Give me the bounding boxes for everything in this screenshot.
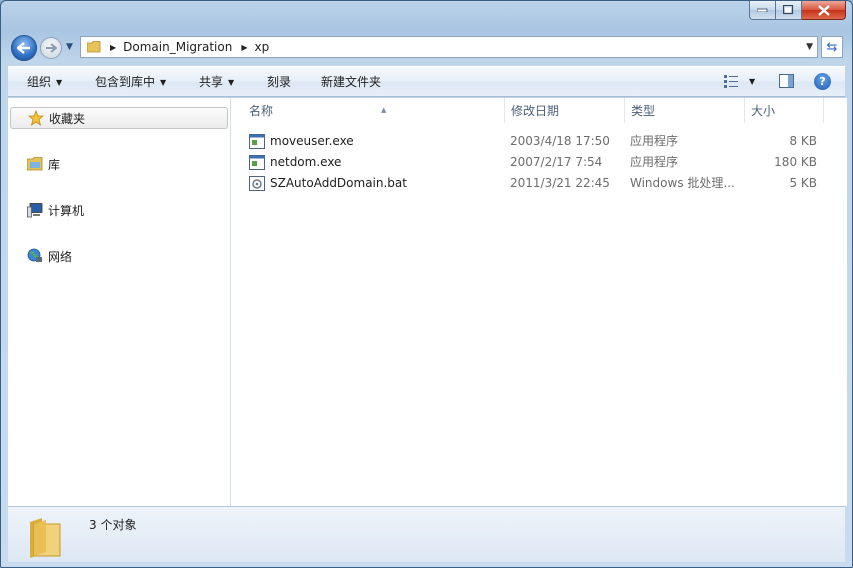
file-size: 180 KB <box>774 155 817 169</box>
file-size: 8 KB <box>789 134 817 148</box>
breadcrumb-domain-migration[interactable]: Domain_Migration <box>123 40 232 54</box>
nav-item-label: 库 <box>48 157 61 172</box>
bat-icon <box>249 176 265 191</box>
include-in-library-label: 包含到库中 <box>95 75 156 89</box>
share-menu[interactable]: 共享 ▼ <box>199 67 234 97</box>
refresh-button[interactable]: ⇆ <box>821 36 843 58</box>
burn-label: 刻录 <box>267 75 292 89</box>
address-dropdown-icon[interactable]: ▼ <box>806 42 813 52</box>
nav-item-label: 计算机 <box>48 203 85 218</box>
burn-button[interactable]: 刻录 <box>267 67 291 97</box>
include-in-library-menu[interactable]: 包含到库中 ▼ <box>95 67 166 97</box>
chevron-down-icon: ▼ <box>228 78 235 87</box>
nav-item-network[interactable]: 网络 <box>10 245 228 267</box>
breadcrumb-separator-icon[interactable]: ▶ <box>241 43 247 52</box>
folder-icon <box>87 41 101 53</box>
minimize-button[interactable] <box>749 1 776 20</box>
explorer-window: ▼ ▶ Domain_Migration ▶ xp ▼ ⇆ 组织 ▼ 包含到库中 ▼… <box>0 0 853 568</box>
file-type: 应用程序 <box>630 134 679 148</box>
close-button[interactable] <box>802 1 846 20</box>
library-icon <box>27 156 43 172</box>
nav-item-favorites[interactable]: 收藏夹 <box>10 107 228 129</box>
file-row[interactable]: SZAutoAddDomain.bat 2011/3/21 22:45 Wind… <box>245 173 823 194</box>
column-header-type[interactable]: 类型 <box>624 98 744 123</box>
column-header-name[interactable]: 名称 ▲ <box>243 98 503 123</box>
recent-pages-dropdown[interactable]: ▼ <box>66 42 76 52</box>
nav-item-label: 收藏夹 <box>49 111 86 126</box>
maximize-button[interactable] <box>776 1 802 20</box>
exe-icon <box>249 155 265 170</box>
caption-buttons <box>749 1 846 21</box>
column-header-label: 修改日期 <box>511 104 560 118</box>
breadcrumb-separator-icon[interactable]: ▶ <box>110 43 116 52</box>
forward-button[interactable] <box>40 37 62 59</box>
new-folder-label: 新建文件夹 <box>321 75 382 89</box>
maximize-icon <box>783 5 794 15</box>
view-details-icon[interactable] <box>724 75 738 88</box>
view-options-dropdown-icon[interactable]: ▼ <box>749 67 755 97</box>
item-count: 3 个对象 <box>89 518 137 532</box>
back-arrow-icon <box>17 42 30 54</box>
folder-icon <box>30 518 61 558</box>
chevron-down-icon: ▼ <box>160 78 167 87</box>
file-name: moveuser.exe <box>270 134 354 148</box>
share-label: 共享 <box>199 75 224 89</box>
preview-pane-icon[interactable] <box>779 74 794 88</box>
file-type: Windows 批处理... <box>630 176 735 190</box>
exe-icon <box>249 134 265 149</box>
minimize-icon <box>757 8 768 12</box>
forward-arrow-icon <box>46 43 57 53</box>
column-headers: 名称 ▲ 修改日期 类型 大小 <box>231 98 847 123</box>
file-list: 名称 ▲ 修改日期 类型 大小 moveuser.exe 2003/4/18 1… <box>231 98 847 506</box>
close-icon <box>817 4 830 16</box>
organize-label: 组织 <box>27 75 52 89</box>
organize-menu[interactable]: 组织 ▼ <box>27 67 62 97</box>
nav-item-libraries[interactable]: 库 <box>10 153 228 175</box>
refresh-icon: ⇆ <box>826 39 838 55</box>
file-size: 5 KB <box>789 176 817 190</box>
file-date: 2007/2/17 7:54 <box>510 155 603 169</box>
computer-icon <box>27 202 43 218</box>
chevron-down-icon: ▼ <box>56 78 63 87</box>
file-row[interactable]: netdom.exe 2007/2/17 7:54 应用程序 180 KB <box>245 152 823 173</box>
column-header-label: 类型 <box>631 104 656 118</box>
back-button[interactable] <box>11 35 37 61</box>
column-header-label: 名称 <box>249 104 274 118</box>
column-header-label: 大小 <box>751 104 776 118</box>
file-name: netdom.exe <box>270 155 342 169</box>
details-pane: 3 个对象 <box>8 506 845 562</box>
star-icon <box>28 110 44 126</box>
command-bar: 组织 ▼ 包含到库中 ▼ 共享 ▼ 刻录 新建文件夹 ▼ ? <box>8 66 845 97</box>
navigation-row: ▼ ▶ Domain_Migration ▶ xp ▼ ⇆ <box>9 34 844 61</box>
breadcrumb-xp[interactable]: xp <box>254 40 269 54</box>
network-icon <box>27 248 43 264</box>
nav-item-label: 网络 <box>48 249 73 264</box>
file-type: 应用程序 <box>630 155 679 169</box>
file-date: 2003/4/18 17:50 <box>510 134 610 148</box>
address-bar[interactable]: ▶ Domain_Migration ▶ xp ▼ <box>80 36 818 58</box>
nav-item-computer[interactable]: 计算机 <box>10 199 228 221</box>
column-header-size[interactable]: 大小 <box>744 98 824 123</box>
sort-ascending-icon: ▲ <box>381 106 387 114</box>
help-icon[interactable]: ? <box>814 73 831 90</box>
file-date: 2011/3/21 22:45 <box>510 176 610 190</box>
file-row[interactable]: moveuser.exe 2003/4/18 17:50 应用程序 8 KB <box>245 131 823 152</box>
column-header-date[interactable]: 修改日期 <box>504 98 624 123</box>
navigation-pane: 收藏夹 库 计算机 网络 <box>8 98 231 506</box>
file-name: SZAutoAddDomain.bat <box>270 176 407 190</box>
new-folder-button[interactable]: 新建文件夹 <box>321 67 381 97</box>
